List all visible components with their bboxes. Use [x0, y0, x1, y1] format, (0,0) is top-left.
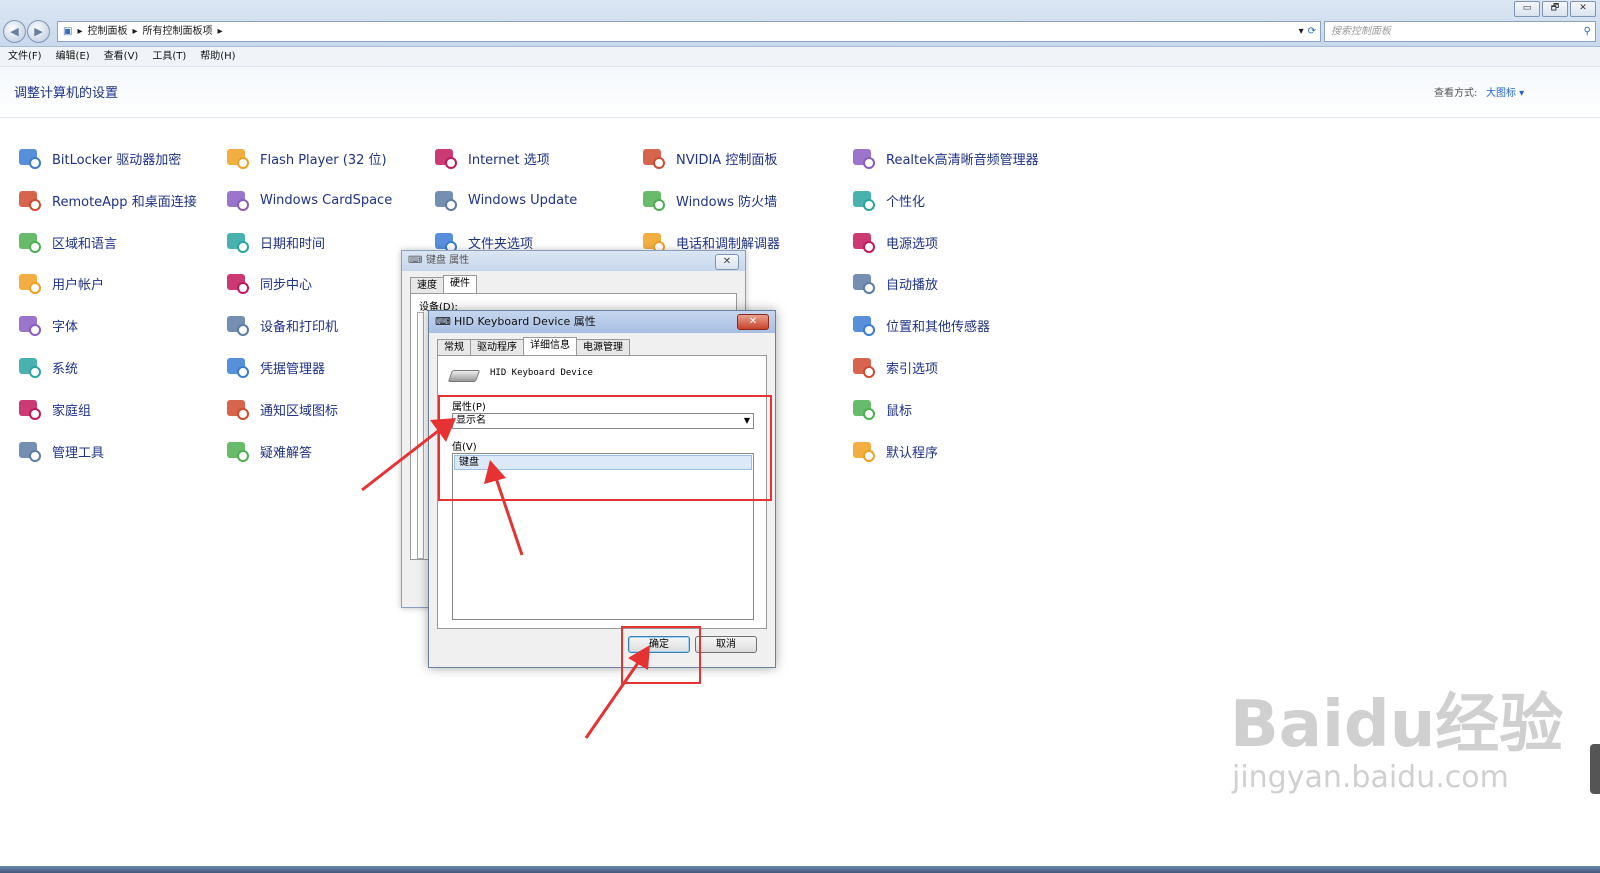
arrow-to-ok	[584, 659, 642, 739]
arrow-head	[628, 645, 650, 670]
watermark-logo: Baidu经验	[1230, 688, 1564, 762]
arrow-to-property	[361, 426, 443, 492]
arrow-to-value	[494, 477, 524, 556]
watermark-url: jingyan.baidu.com	[1232, 760, 1509, 795]
arrow-head	[484, 460, 506, 484]
arrow-head	[430, 418, 456, 442]
side-scroll-handle[interactable]	[1590, 744, 1600, 794]
taskbar	[0, 866, 1600, 873]
baidu-watermark: Baidu经验 jingyan.baidu.com	[1230, 690, 1563, 796]
